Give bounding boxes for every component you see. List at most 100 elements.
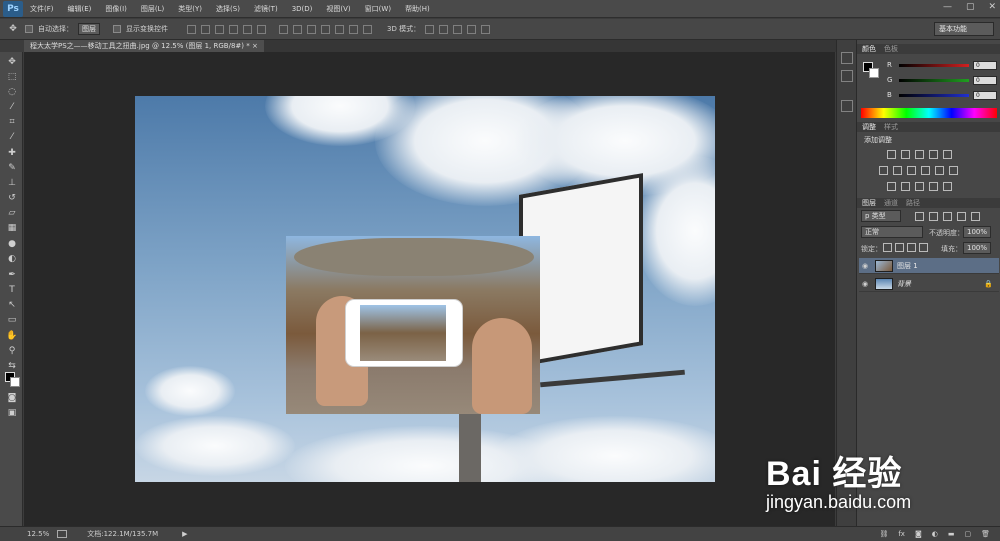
3d-scale-icon[interactable] bbox=[481, 24, 491, 34]
delete-layer-icon[interactable]: 🗑 bbox=[981, 530, 990, 538]
zoom-tool-icon[interactable]: ⚲ bbox=[6, 345, 18, 357]
add-mask-icon[interactable]: ◙ bbox=[915, 530, 922, 538]
levels-icon[interactable] bbox=[901, 150, 910, 159]
quick-select-tool-icon[interactable]: ⁄ bbox=[6, 101, 18, 113]
layer-kind-filter[interactable]: p 类型 bbox=[861, 210, 901, 222]
color-balance-icon[interactable] bbox=[893, 166, 902, 175]
distribute-top-icon[interactable] bbox=[279, 24, 288, 34]
clone-stamp-tool-icon[interactable]: ⊥ bbox=[6, 177, 18, 189]
menu-select[interactable]: 选择(S) bbox=[209, 4, 247, 14]
curves-icon[interactable] bbox=[915, 150, 924, 159]
distribute-hcenter-icon[interactable] bbox=[335, 24, 344, 34]
green-slider[interactable] bbox=[899, 78, 969, 82]
blend-mode-dropdown[interactable]: 正常 bbox=[861, 226, 923, 238]
dodge-tool-icon[interactable]: ◐ bbox=[6, 253, 18, 265]
menu-type[interactable]: 类型(Y) bbox=[171, 4, 209, 14]
hand-tool-icon[interactable]: ✋ bbox=[6, 330, 18, 342]
menu-3d[interactable]: 3D(D) bbox=[285, 5, 320, 13]
auto-select-dropdown[interactable]: 图层 bbox=[78, 23, 100, 35]
fill-input[interactable]: 100% bbox=[963, 242, 991, 254]
tab-color[interactable]: 颜色 bbox=[862, 44, 876, 54]
link-layers-icon[interactable]: ⛓ bbox=[879, 530, 888, 538]
selective-color-icon[interactable] bbox=[943, 182, 952, 191]
threshold-icon[interactable] bbox=[915, 182, 924, 191]
align-top-icon[interactable] bbox=[187, 24, 196, 34]
lasso-tool-icon[interactable]: ◌ bbox=[6, 86, 18, 98]
menu-edit[interactable]: 编辑(E) bbox=[61, 4, 99, 14]
align-bottom-icon[interactable] bbox=[215, 24, 224, 34]
layer-row-background[interactable]: ◉ 背景 🔒 bbox=[859, 276, 999, 292]
layer-style-icon[interactable]: fx bbox=[898, 530, 905, 538]
layer-1-image[interactable] bbox=[286, 236, 540, 414]
align-vcenter-icon[interactable] bbox=[201, 24, 210, 34]
gradient-tool-icon[interactable]: ▦ bbox=[6, 222, 18, 234]
character-panel-icon[interactable] bbox=[841, 100, 853, 112]
panel-background-swatch[interactable] bbox=[869, 68, 879, 78]
filter-smart-object-icon[interactable] bbox=[971, 212, 980, 221]
red-value[interactable]: 0 bbox=[973, 60, 997, 70]
new-layer-icon[interactable]: ▢ bbox=[964, 530, 971, 538]
status-info-icon[interactable] bbox=[57, 530, 68, 538]
black-white-icon[interactable] bbox=[907, 166, 916, 175]
auto-align-icon[interactable] bbox=[363, 24, 372, 34]
swap-colors-icon[interactable]: ⇆ bbox=[6, 360, 18, 372]
align-hcenter-icon[interactable] bbox=[243, 24, 252, 34]
restore-button[interactable]: ▢ bbox=[966, 2, 975, 12]
tab-paths[interactable]: 路径 bbox=[906, 198, 920, 208]
healing-brush-tool-icon[interactable]: ✚ bbox=[6, 147, 18, 159]
menu-help[interactable]: 帮助(H) bbox=[398, 4, 437, 14]
canvas-area[interactable] bbox=[24, 52, 835, 526]
move-tool-icon[interactable]: ✥ bbox=[6, 56, 18, 68]
layer-row-layer1[interactable]: ◉ 图层 1 bbox=[859, 258, 999, 274]
history-panel-icon[interactable] bbox=[841, 52, 853, 64]
path-select-tool-icon[interactable]: ↖ bbox=[6, 299, 18, 311]
hue-saturation-icon[interactable] bbox=[879, 166, 888, 175]
vibrance-icon[interactable] bbox=[943, 150, 952, 159]
3d-roll-icon[interactable] bbox=[439, 24, 449, 34]
eyedropper-tool-icon[interactable]: ⁄ bbox=[6, 131, 18, 143]
close-button[interactable]: ✕ bbox=[988, 2, 996, 12]
minimize-button[interactable]: — bbox=[943, 2, 952, 12]
properties-panel-icon[interactable] bbox=[841, 70, 853, 82]
background-color-swatch[interactable] bbox=[10, 377, 20, 387]
workspace-dropdown[interactable]: 基本功能 bbox=[934, 22, 994, 36]
screen-mode-icon[interactable]: ▣ bbox=[6, 407, 18, 419]
distribute-vcenter-icon[interactable] bbox=[293, 24, 302, 34]
eraser-tool-icon[interactable]: ▱ bbox=[6, 207, 18, 219]
menu-layer[interactable]: 图层(L) bbox=[134, 4, 171, 14]
quick-mask-icon[interactable]: ◙ bbox=[6, 392, 18, 404]
crop-tool-icon[interactable]: ⌗ bbox=[6, 116, 18, 128]
new-adjustment-icon[interactable]: ◐ bbox=[932, 530, 938, 538]
photo-filter-icon[interactable] bbox=[921, 166, 930, 175]
distribute-left-icon[interactable] bbox=[321, 24, 330, 34]
align-left-icon[interactable] bbox=[229, 24, 238, 34]
tab-swatches[interactable]: 色板 bbox=[884, 44, 898, 54]
brightness-icon[interactable] bbox=[887, 150, 896, 159]
type-tool-icon[interactable]: T bbox=[6, 284, 18, 296]
red-slider[interactable] bbox=[899, 63, 969, 67]
pen-tool-icon[interactable]: ✒ bbox=[6, 269, 18, 281]
blue-value[interactable]: 0 bbox=[973, 90, 997, 100]
brush-tool-icon[interactable]: ✎ bbox=[6, 162, 18, 174]
filter-pixel-icon[interactable] bbox=[915, 212, 924, 221]
filter-type-icon[interactable] bbox=[943, 212, 952, 221]
gradient-map-icon[interactable] bbox=[929, 182, 938, 191]
green-value[interactable]: 0 bbox=[973, 75, 997, 85]
auto-select-checkbox[interactable] bbox=[25, 25, 33, 33]
tab-channels[interactable]: 通道 bbox=[884, 198, 898, 208]
menu-view[interactable]: 视图(V) bbox=[319, 4, 357, 14]
filter-shape-icon[interactable] bbox=[957, 212, 966, 221]
tab-adjustments[interactable]: 调整 bbox=[862, 122, 876, 132]
show-transform-checkbox[interactable] bbox=[113, 25, 121, 33]
channel-mixer-icon[interactable] bbox=[935, 166, 944, 175]
color-spectrum-ramp[interactable] bbox=[861, 108, 997, 118]
opacity-input[interactable]: 100% bbox=[963, 226, 991, 238]
color-lookup-icon[interactable] bbox=[949, 166, 958, 175]
zoom-level[interactable]: 12.5% bbox=[27, 530, 49, 538]
visibility-eye-icon[interactable]: ◉ bbox=[862, 280, 871, 288]
menu-file[interactable]: 文件(F) bbox=[23, 4, 61, 14]
posterize-icon[interactable] bbox=[901, 182, 910, 191]
exposure-icon[interactable] bbox=[929, 150, 938, 159]
distribute-bottom-icon[interactable] bbox=[307, 24, 316, 34]
history-brush-tool-icon[interactable]: ↺ bbox=[6, 192, 18, 204]
